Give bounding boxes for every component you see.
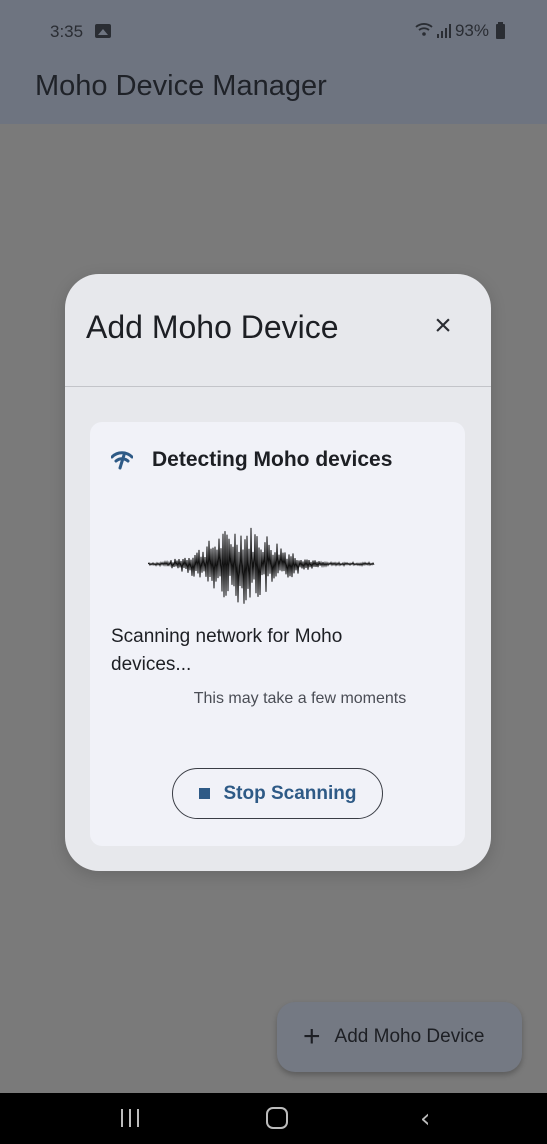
close-icon: ×: [434, 309, 452, 342]
recents-icon[interactable]: [121, 1109, 139, 1127]
scan-heading: Detecting Moho devices: [152, 448, 393, 471]
scan-card: Detecting Moho devices Scanning network …: [90, 422, 465, 846]
gallery-icon: [95, 24, 111, 38]
wifi-find-icon: [111, 451, 133, 470]
app-title: Moho Device Manager: [35, 70, 327, 102]
back-icon[interactable]: ‹: [420, 1104, 430, 1134]
stop-scanning-label: Stop Scanning: [223, 782, 357, 804]
signal-icon: [436, 24, 451, 38]
scan-status-text: Scanning network for Moho devices...: [111, 626, 343, 675]
home-icon[interactable]: [266, 1107, 288, 1129]
dialog-title: Add Moho Device: [86, 309, 339, 345]
wifi-icon: [415, 22, 433, 40]
close-button[interactable]: ×: [423, 306, 463, 346]
stop-scanning-button[interactable]: Stop Scanning: [172, 768, 383, 819]
add-device-fab[interactable]: + Add Moho Device: [277, 1002, 522, 1072]
status-bar: 3:35 93%: [0, 0, 547, 62]
dialog-divider: [65, 386, 491, 387]
status-indicators: 93%: [415, 21, 505, 41]
fab-label: Add Moho Device: [334, 1026, 485, 1047]
system-nav-bar: ‹: [0, 1093, 547, 1144]
battery-percent: 93%: [454, 21, 489, 40]
plus-icon: +: [303, 1020, 321, 1053]
app-bar: Moho Device Manager: [0, 62, 547, 124]
waveform-animation: [148, 527, 375, 604]
stop-icon: [198, 788, 210, 799]
scan-hint-text: This may take a few moments: [193, 690, 407, 707]
status-time: 3:35: [50, 22, 84, 41]
add-device-dialog: Add Moho Device × Detecting Moho devices…: [65, 274, 491, 871]
battery-icon: [496, 21, 505, 39]
